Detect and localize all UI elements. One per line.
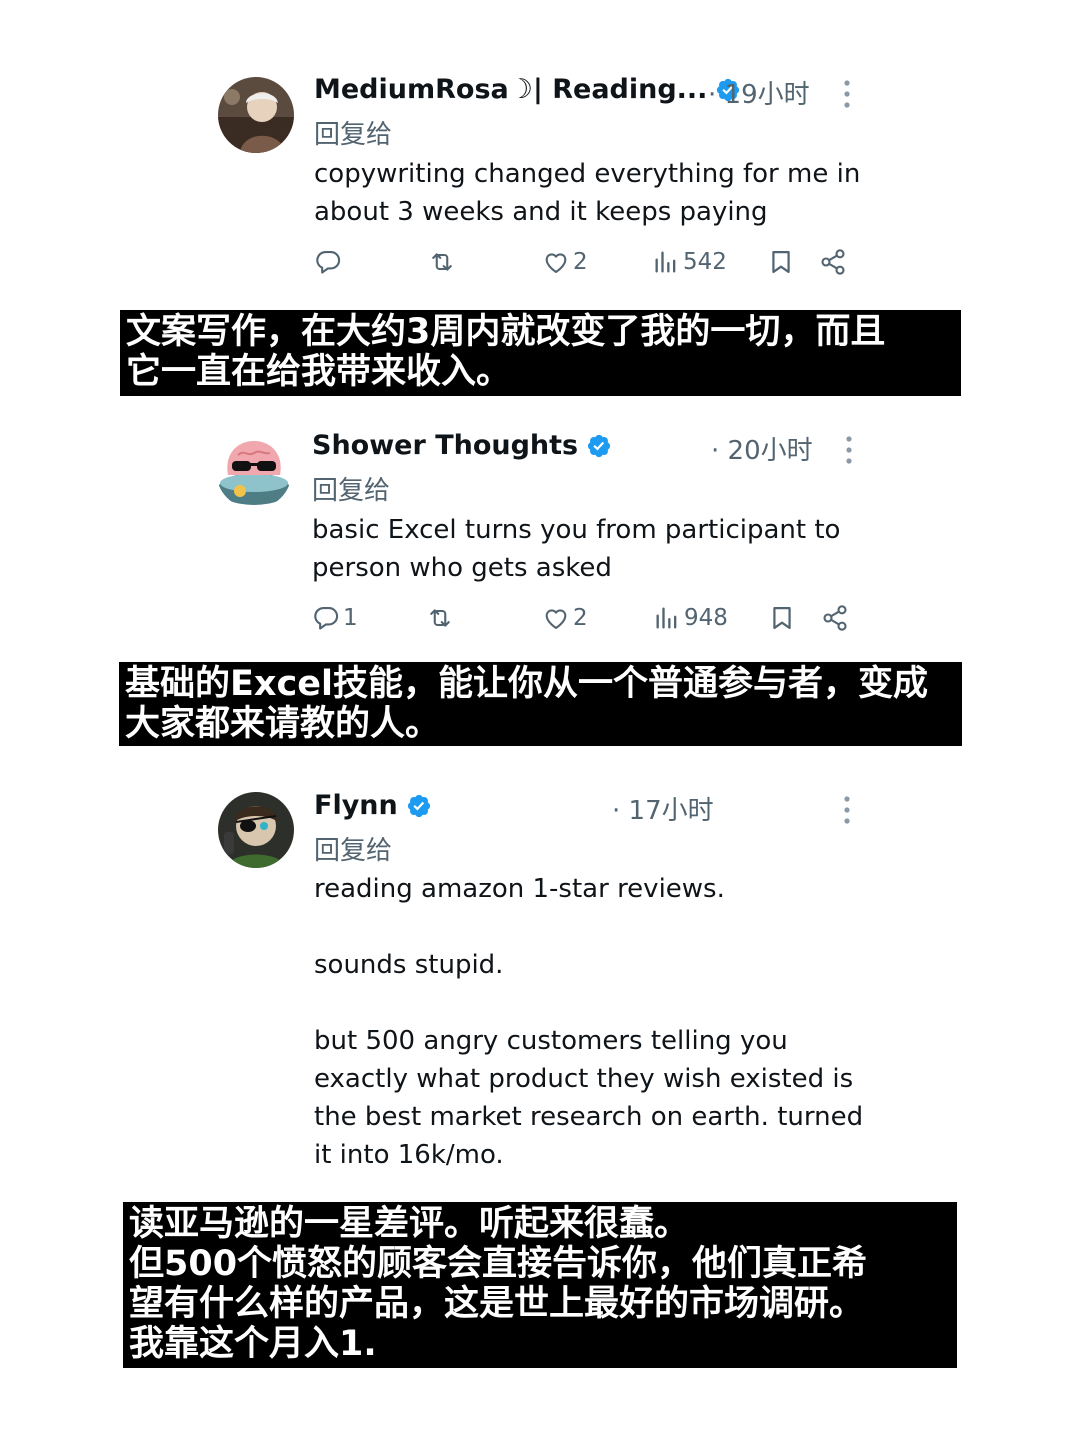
author-name[interactable]: Shower Thoughts xyxy=(312,430,578,461)
views-icon xyxy=(653,604,681,632)
action-bar: 2 542 xyxy=(314,248,854,282)
avatar[interactable] xyxy=(218,77,294,153)
share-button[interactable] xyxy=(819,248,847,276)
retweet-button[interactable] xyxy=(426,604,454,632)
avatar[interactable] xyxy=(218,792,294,868)
author-name-row: MediumRosa☽| Reading... xyxy=(314,74,741,105)
reply-to-label: 回复给 xyxy=(312,476,391,506)
like-count: 2 xyxy=(573,605,588,631)
tweet-text: reading amazon 1-star reviews. sounds st… xyxy=(314,874,864,1170)
bookmark-button[interactable] xyxy=(768,604,796,632)
reply-to-label: 回复给 xyxy=(314,836,393,866)
verified-badge-icon xyxy=(586,433,612,459)
author-name-row: Shower Thoughts xyxy=(312,430,612,461)
retweet-icon xyxy=(428,248,456,276)
share-icon xyxy=(821,604,849,632)
share-button[interactable] xyxy=(821,604,849,632)
avatar[interactable] xyxy=(216,433,292,509)
translation-caption: 基础的Excel技能，能让你从一个普通参与者，变成 大家都来请教的人。 xyxy=(119,662,962,746)
bookmark-button[interactable] xyxy=(767,248,795,276)
reply-icon xyxy=(312,604,340,632)
bookmark-icon xyxy=(767,248,795,276)
reply-count: 1 xyxy=(343,605,358,631)
retweet-icon xyxy=(426,604,454,632)
like-icon xyxy=(542,248,570,276)
timestamp[interactable]: · 20小时 xyxy=(711,430,813,467)
like-icon xyxy=(542,604,570,632)
like-count: 2 xyxy=(573,249,588,275)
timestamp[interactable]: · 19小时 xyxy=(708,74,810,111)
like-button[interactable]: 2 xyxy=(542,604,588,632)
views-icon xyxy=(652,248,680,276)
reply-button[interactable]: 1 xyxy=(312,604,358,632)
tweet-text: basic Excel turns you from participant t… xyxy=(312,515,841,583)
author-name[interactable]: Flynn xyxy=(314,790,398,821)
reply-icon xyxy=(314,248,342,276)
author-name[interactable]: MediumRosa☽| Reading... xyxy=(314,74,707,105)
tweet-text: copywriting changed everything for me in… xyxy=(314,159,861,227)
verified-badge-icon xyxy=(406,793,432,819)
translation-caption: 文案写作，在大约3周内就改变了我的一切，而且 它一直在给我带来收入。 xyxy=(120,310,961,396)
author-name-row: Flynn xyxy=(314,790,432,821)
views-button[interactable]: 542 xyxy=(652,248,727,276)
more-icon[interactable] xyxy=(843,79,851,109)
bookmark-icon xyxy=(768,604,796,632)
timestamp[interactable]: · 17小时 xyxy=(612,790,714,827)
redacted-area xyxy=(410,1322,560,1362)
reply-button[interactable] xyxy=(314,248,342,276)
views-button[interactable]: 948 xyxy=(653,604,728,632)
reply-to-label: 回复给 xyxy=(314,120,393,150)
action-bar: 1 2 948 xyxy=(312,604,857,638)
retweet-button[interactable] xyxy=(428,248,456,276)
more-icon[interactable] xyxy=(843,795,851,825)
share-icon xyxy=(819,248,847,276)
more-icon[interactable] xyxy=(845,435,853,465)
like-button[interactable]: 2 xyxy=(542,248,588,276)
views-count: 542 xyxy=(683,249,727,275)
views-count: 948 xyxy=(684,605,728,631)
